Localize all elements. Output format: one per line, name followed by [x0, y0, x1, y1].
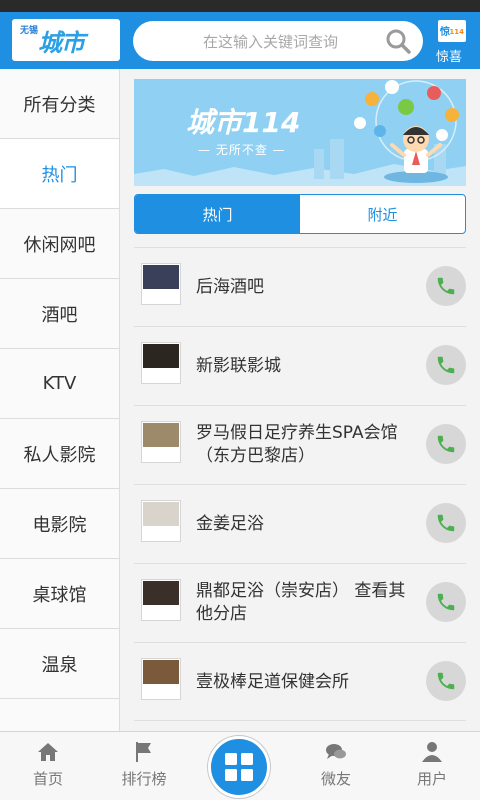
- phone-icon: [437, 356, 455, 374]
- nav-user[interactable]: 用户: [392, 732, 472, 800]
- status-bar: [0, 0, 480, 12]
- venue-thumbnail: [141, 658, 181, 700]
- phone-icon: [437, 593, 455, 611]
- venue-list: 后海酒吧 新影联影城 罗马假日足疗养生SPA会馆（东方巴黎店） 金姜足浴 鼎都足…: [134, 247, 466, 721]
- sidebar-item-cinema[interactable]: 电影院: [0, 489, 119, 559]
- nav-home[interactable]: 首页: [8, 732, 88, 800]
- venue-photo: [143, 344, 179, 368]
- tab-bar: 热门 附近: [134, 194, 466, 234]
- sidebar-item-hot[interactable]: 热门: [0, 139, 119, 209]
- nav-weiyou-label: 微友: [320, 770, 351, 788]
- list-item[interactable]: 罗马假日足疗养生SPA会馆（东方巴黎店）: [134, 405, 466, 484]
- banner-title: 城市114: [186, 106, 301, 139]
- nav-ranking[interactable]: 排行榜: [104, 732, 184, 800]
- venue-name: 后海酒吧: [196, 276, 264, 297]
- call-button[interactable]: [426, 503, 466, 543]
- list-item[interactable]: 鼎都足浴（崇安店） 查看其他分店: [134, 563, 466, 642]
- surprise-button[interactable]: 惊 114 惊喜: [432, 18, 472, 66]
- header: 无锡 城市114 在这输入关键词查询 惊 114 惊喜: [0, 12, 480, 69]
- venue-photo: [143, 660, 179, 684]
- nav-ranking-label: 排行榜: [121, 770, 167, 788]
- category-sidebar: 所有分类 热门 休闲网吧 酒吧 KTV 私人影院 电影院 桌球馆 温泉: [0, 69, 120, 731]
- search-icon[interactable]: [385, 28, 411, 54]
- surprise-icon: 惊 114: [438, 20, 466, 42]
- call-button[interactable]: [426, 424, 466, 464]
- surprise-label: 惊喜: [436, 50, 463, 65]
- nav-user-label: 用户: [416, 770, 447, 788]
- venue-name: 新影联影城: [196, 355, 281, 376]
- user-icon: [422, 742, 442, 762]
- sidebar-item-bar[interactable]: 酒吧: [0, 279, 119, 349]
- venue-photo: [143, 423, 179, 447]
- list-item[interactable]: 壹极棒足道保健会所: [134, 642, 466, 721]
- sidebar-item-hot-spring[interactable]: 温泉: [0, 629, 119, 699]
- call-button[interactable]: [426, 661, 466, 701]
- surprise-icon-num: 114: [449, 28, 464, 36]
- list-item[interactable]: 后海酒吧: [134, 247, 466, 326]
- venue-photo: [143, 265, 179, 289]
- bottom-nav: 首页 排行榜 微友 用户: [0, 731, 480, 800]
- venue-thumbnail: [141, 342, 181, 384]
- nav-weiyou[interactable]: 微友: [296, 732, 376, 800]
- sidebar-item-private-cinema[interactable]: 私人影院: [0, 419, 119, 489]
- flag-icon: [136, 742, 151, 762]
- venue-thumbnail: [141, 421, 181, 463]
- call-button[interactable]: [426, 582, 466, 622]
- chat-icon: [326, 744, 346, 759]
- center-grid-button[interactable]: [208, 736, 270, 798]
- nav-home-label: 首页: [32, 770, 63, 788]
- call-button[interactable]: [426, 345, 466, 385]
- venue-name: 壹极棒足道保健会所: [196, 671, 349, 692]
- promo-banner[interactable]: 城市114 — 无所不查 —: [134, 79, 466, 186]
- sidebar-item-billiards[interactable]: 桌球馆: [0, 559, 119, 629]
- home-icon: [38, 743, 58, 761]
- search-placeholder: 在这输入关键词查询: [203, 33, 339, 51]
- venue-name: 金姜足浴: [196, 513, 264, 534]
- phone-icon: [437, 514, 455, 532]
- venue-photo: [143, 581, 179, 605]
- tab-nearby[interactable]: 附近: [300, 195, 465, 233]
- list-item[interactable]: 新影联影城: [134, 326, 466, 405]
- venue-name: 鼎都足浴（崇安店） 查看其他分店: [196, 581, 406, 624]
- venue-thumbnail: [141, 263, 181, 305]
- banner-subtitle: — 无所不查 —: [198, 143, 286, 157]
- grid-icon: [225, 753, 253, 781]
- phone-icon: [437, 277, 455, 295]
- phone-icon: [437, 672, 455, 690]
- logo-brand: 城市114: [38, 29, 86, 61]
- app-logo[interactable]: 无锡 城市114: [12, 19, 120, 61]
- sidebar-item-internet-cafe[interactable]: 休闲网吧: [0, 209, 119, 279]
- venue-name: 罗马假日足疗养生SPA会馆（东方巴黎店）: [196, 423, 398, 466]
- search-input[interactable]: 在这输入关键词查询: [133, 21, 423, 61]
- phone-icon: [437, 435, 455, 453]
- sidebar-item-all[interactable]: 所有分类: [0, 69, 119, 139]
- venue-thumbnail: [141, 579, 181, 621]
- list-item[interactable]: 金姜足浴: [134, 484, 466, 563]
- tab-hot[interactable]: 热门: [135, 195, 300, 233]
- call-button[interactable]: [426, 266, 466, 306]
- venue-thumbnail: [141, 500, 181, 542]
- logo-city: 无锡: [20, 26, 39, 36]
- venue-photo: [143, 502, 179, 526]
- sidebar-item-ktv[interactable]: KTV: [0, 349, 119, 419]
